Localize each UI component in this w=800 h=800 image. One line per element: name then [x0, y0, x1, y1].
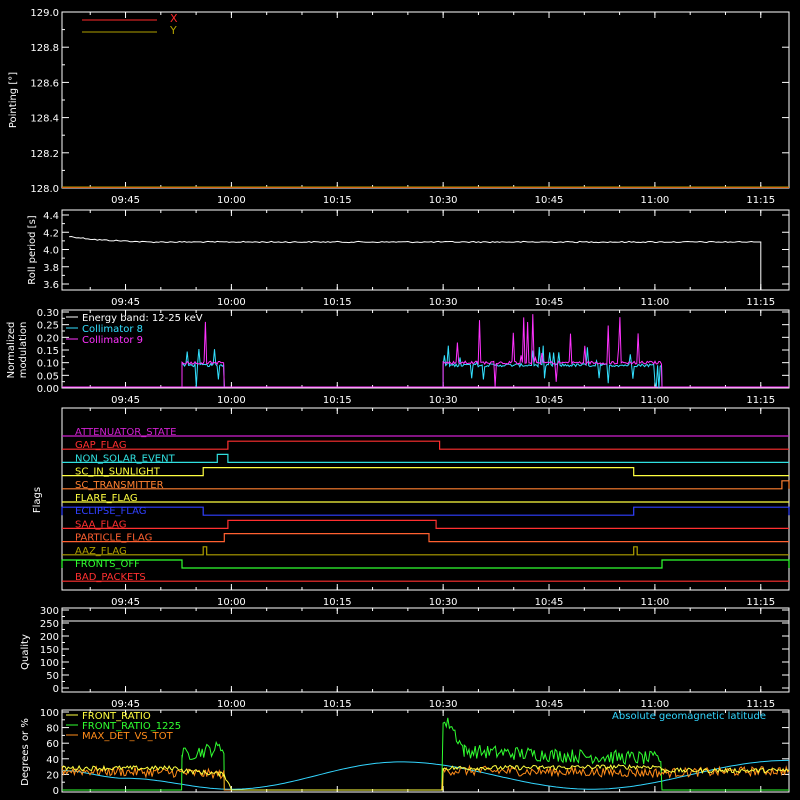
ratio-y-tick-label: 100 [40, 708, 59, 719]
flag-label: SC_TRANSMITTER [75, 480, 164, 491]
pointing-x-tick-label: 10:45 [535, 195, 564, 206]
flags-x-tick-label: 10:30 [429, 597, 458, 608]
pointing-x-tick-label: 10:15 [323, 195, 352, 206]
flag-label: FLARE_FLAG [75, 493, 138, 504]
modulation-y-tick-label: 0.30 [37, 308, 59, 319]
flag-label: ATTENUATOR_STATE [75, 427, 176, 438]
quality-y-tick-label: 150 [40, 645, 59, 656]
flag-label: BAD_PACKETS [75, 572, 146, 583]
pointing-y-tick-label: 128.6 [30, 78, 59, 89]
roll-y-tick-label: 4.0 [43, 246, 59, 257]
quality-y-tick-label: 100 [40, 658, 59, 669]
flag-label: PARTICLE_FLAG [75, 533, 152, 544]
quality-x-tick-label: 11:00 [640, 699, 669, 710]
pointing-x-tick-label: 11:15 [746, 195, 775, 206]
quality-y-tick-label: 50 [46, 671, 59, 682]
ratio-y-tick-label: 20 [46, 770, 59, 781]
flags-x-tick-label: 10:00 [217, 597, 246, 608]
pointing-y-tick-label: 128.4 [30, 114, 59, 125]
quality-y-label: Quality [20, 634, 31, 670]
pointing-y-label: Pointing [°] [8, 72, 19, 128]
quality-y-tick-label: 0 [53, 684, 59, 695]
pointing-y-tick-label: 129.0 [30, 8, 59, 19]
ratio-y-tick-label: 80 [46, 724, 59, 735]
flags-y-label: Flags [32, 487, 43, 513]
flag-label: AAZ_FLAG [75, 546, 127, 557]
flag-label: SC_IN_SUNLIGHT [75, 467, 161, 478]
roll-x-tick-label: 11:00 [640, 297, 669, 308]
pointing-x-tick-label: 10:30 [429, 195, 458, 206]
roll-y-label: Roll period [s] [27, 215, 38, 284]
modulation-legend-label: Collimator 9 [82, 335, 143, 346]
modulation-x-tick-label: 10:45 [535, 395, 564, 406]
roll-x-tick-label: 10:30 [429, 297, 458, 308]
modulation-x-tick-label: 11:00 [640, 395, 669, 406]
ratio-y-tick-label: 40 [46, 755, 59, 766]
modulation-y-tick-label: 0.00 [37, 384, 59, 395]
quality-y-tick-label: 250 [40, 619, 59, 630]
roll-x-tick-label: 11:15 [746, 297, 775, 308]
quality-x-tick-label: 09:45 [111, 699, 140, 710]
pointing-x-tick-label: 09:45 [111, 195, 140, 206]
roll-y-tick-label: 4.2 [43, 228, 59, 239]
quality-x-tick-label: 10:30 [429, 699, 458, 710]
modulation-legend-label: Collimator 8 [82, 324, 143, 335]
roll-x-tick-label: 10:15 [323, 297, 352, 308]
flag-label: ECLIPSE_FLAG [75, 506, 146, 517]
flag-label: NON_SOLAR_EVENT [75, 453, 176, 464]
flags-x-tick-label: 10:15 [323, 597, 352, 608]
flags-x-tick-label: 11:15 [746, 597, 775, 608]
pointing-y-tick-label: 128.8 [30, 43, 59, 54]
flags-x-tick-label: 10:45 [535, 597, 564, 608]
flags-x-tick-label: 09:45 [111, 597, 140, 608]
modulation-x-tick-label: 09:45 [111, 395, 140, 406]
modulation-x-tick-label: 11:15 [746, 395, 775, 406]
modulation-x-tick-label: 10:15 [323, 395, 352, 406]
chart-canvas: 09:45 10:00 10:15 10:30 10:45 11:00 11:15 129.0… [0, 0, 800, 800]
roll-x-tick-label: 09:45 [111, 297, 140, 308]
ratio-y-label: Degrees or % [20, 718, 31, 786]
modulation-x-tick-label: 10:30 [429, 395, 458, 406]
quality-y-tick-label: 200 [40, 632, 59, 643]
roll-x-tick-label: 10:45 [535, 297, 564, 308]
pointing-x-tick-label: 10:00 [217, 195, 246, 206]
flag-label: FRONTS_OFF [75, 559, 140, 570]
roll-y-tick-label: 4.4 [43, 211, 59, 222]
modulation-legend-label: Energy band: 12-25 keV [82, 313, 203, 324]
roll-y-tick-label: 3.8 [43, 263, 59, 274]
quality-x-tick-label: 10:15 [323, 699, 352, 710]
ratio-y-tick-label: 60 [46, 739, 59, 750]
flag-label: GAP_FLAG [75, 440, 127, 451]
quality-y-tick-label: 300 [40, 606, 59, 617]
modulation-y-tick-label: 0.05 [37, 371, 59, 382]
modulation-y-tick-label: 0.25 [37, 321, 59, 332]
modulation-y-label-1: Normalized [6, 322, 17, 379]
ratio-legend-label: MAX_DET_VS_TOT [82, 731, 174, 742]
pointing-y-tick-label: 128.0 [30, 184, 59, 195]
pointing-x-tick-label: 11:00 [640, 195, 669, 206]
modulation-y-label-2: modulation [18, 322, 29, 379]
quality-x-tick-label: 10:45 [535, 699, 564, 710]
modulation-y-tick-label: 0.20 [37, 333, 59, 344]
quality-x-tick-label: 10:00 [217, 699, 246, 710]
quality-x-tick-label: 11:15 [746, 699, 775, 710]
roll-x-tick-label: 10:00 [217, 297, 246, 308]
modulation-y-tick-label: 0.10 [37, 359, 59, 370]
flag-label: SAA_FLAG [75, 519, 126, 530]
ratio-right-label: Absolute geomagnetic latitude [612, 711, 766, 722]
modulation-x-tick-label: 10:00 [217, 395, 246, 406]
pointing-y-tick-label: 128.2 [30, 149, 59, 160]
pointing-legend-label-y: Y [169, 24, 177, 37]
ratio-y-tick-label: 0 [53, 786, 59, 797]
modulation-y-tick-label: 0.15 [37, 346, 59, 357]
roll-y-tick-label: 3.6 [43, 280, 59, 291]
flags-x-tick-label: 11:00 [640, 597, 669, 608]
